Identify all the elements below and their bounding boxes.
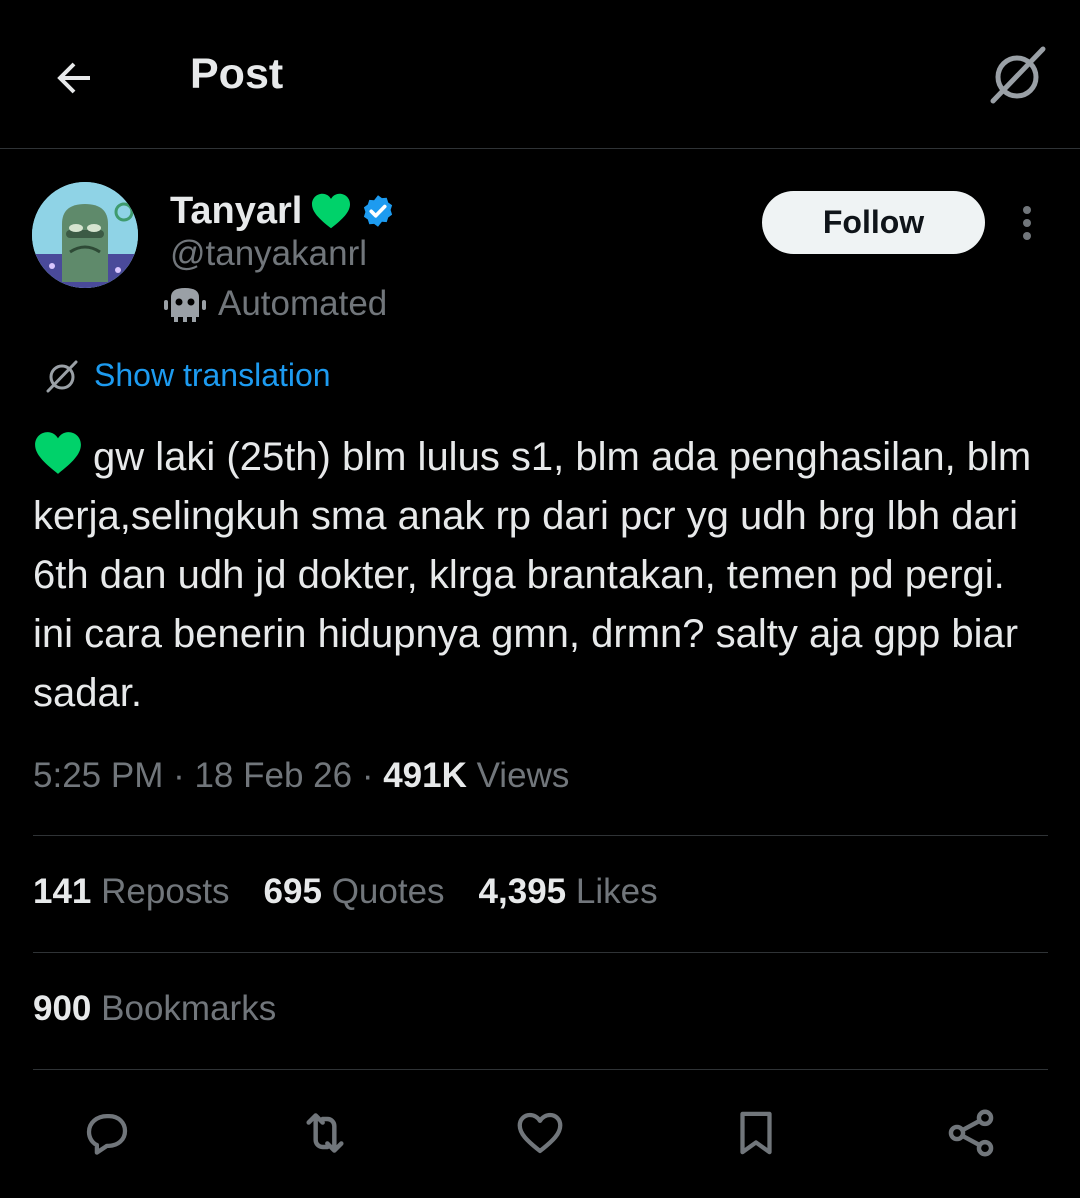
tweet-body: gw laki (25th) blm lulus s1, blm ada pen… (33, 435, 1032, 715)
more-vertical-icon (1023, 206, 1031, 240)
bot-icon (164, 288, 206, 322)
engagement-stats: 141 Reposts 695 Quotes 4,395 Likes (33, 872, 658, 912)
green-heart-emoji (35, 432, 81, 474)
reply-icon (86, 1113, 128, 1155)
grok-icon (46, 360, 78, 392)
bookmarks-count: 900 (33, 989, 92, 1028)
repost-icon (306, 1113, 344, 1153)
likes-count: 4,395 (478, 872, 567, 911)
follow-button[interactable]: Follow (762, 191, 985, 254)
bookmarks-stat[interactable]: 900 Bookmarks (33, 989, 276, 1029)
quotes-stat[interactable]: 695 Quotes (264, 872, 445, 912)
tweet-time[interactable]: 5:25 PM (33, 756, 163, 795)
tweet-text: gw laki (25th) blm lulus s1, blm ada pen… (33, 428, 1048, 723)
grok-icon (990, 46, 1046, 104)
quotes-count: 695 (263, 872, 322, 911)
automated-text: Automated (218, 284, 388, 323)
bookmarks-label: Bookmarks (101, 989, 277, 1028)
views-label: Views (466, 756, 570, 795)
tweet-date[interactable]: 18 Feb 26 (194, 756, 352, 795)
meta-separator: · (352, 756, 384, 795)
likes-stat[interactable]: 4,395 Likes (479, 872, 658, 912)
page-title: Post (190, 50, 284, 98)
repost-button[interactable] (290, 1098, 360, 1168)
bookmark-icon (740, 1111, 772, 1155)
author-name: Tanyarl (170, 189, 303, 232)
reply-button[interactable] (72, 1098, 142, 1168)
avatar-image (32, 182, 138, 288)
like-icon (517, 1112, 563, 1154)
likes-label: Likes (575, 872, 658, 911)
divider (33, 952, 1048, 953)
reposts-label: Reposts (101, 872, 230, 911)
show-translation-link[interactable]: Show translation (44, 357, 331, 394)
green-heart-emoji (312, 193, 351, 229)
quotes-label: Quotes (331, 872, 445, 911)
arrow-left-icon (57, 62, 90, 94)
share-icon (948, 1109, 994, 1157)
automated-label[interactable]: Automated (164, 284, 387, 324)
verified-badge-icon (364, 195, 393, 227)
divider (33, 1069, 1048, 1070)
back-button[interactable] (44, 48, 104, 108)
views-count: 491K (383, 756, 467, 795)
share-button[interactable] (936, 1098, 1006, 1168)
meta-separator: · (163, 756, 195, 795)
avatar[interactable] (32, 182, 138, 288)
bookmark-button[interactable] (721, 1098, 791, 1168)
author-handle[interactable]: @tanyakanrl (170, 234, 367, 274)
grok-button[interactable] (982, 40, 1052, 110)
show-translation-text: Show translation (94, 357, 331, 393)
reposts-count: 141 (33, 872, 92, 911)
more-options-button[interactable] (1005, 196, 1049, 250)
author-name-row[interactable]: Tanyarl (170, 186, 396, 236)
action-bar (0, 1098, 1080, 1168)
divider (33, 835, 1048, 836)
like-button[interactable] (505, 1098, 575, 1168)
tweet-meta: 5:25 PM · 18 Feb 26 · 491K Views (33, 756, 569, 796)
top-bar (0, 0, 1080, 149)
reposts-stat[interactable]: 141 Reposts (33, 872, 230, 912)
